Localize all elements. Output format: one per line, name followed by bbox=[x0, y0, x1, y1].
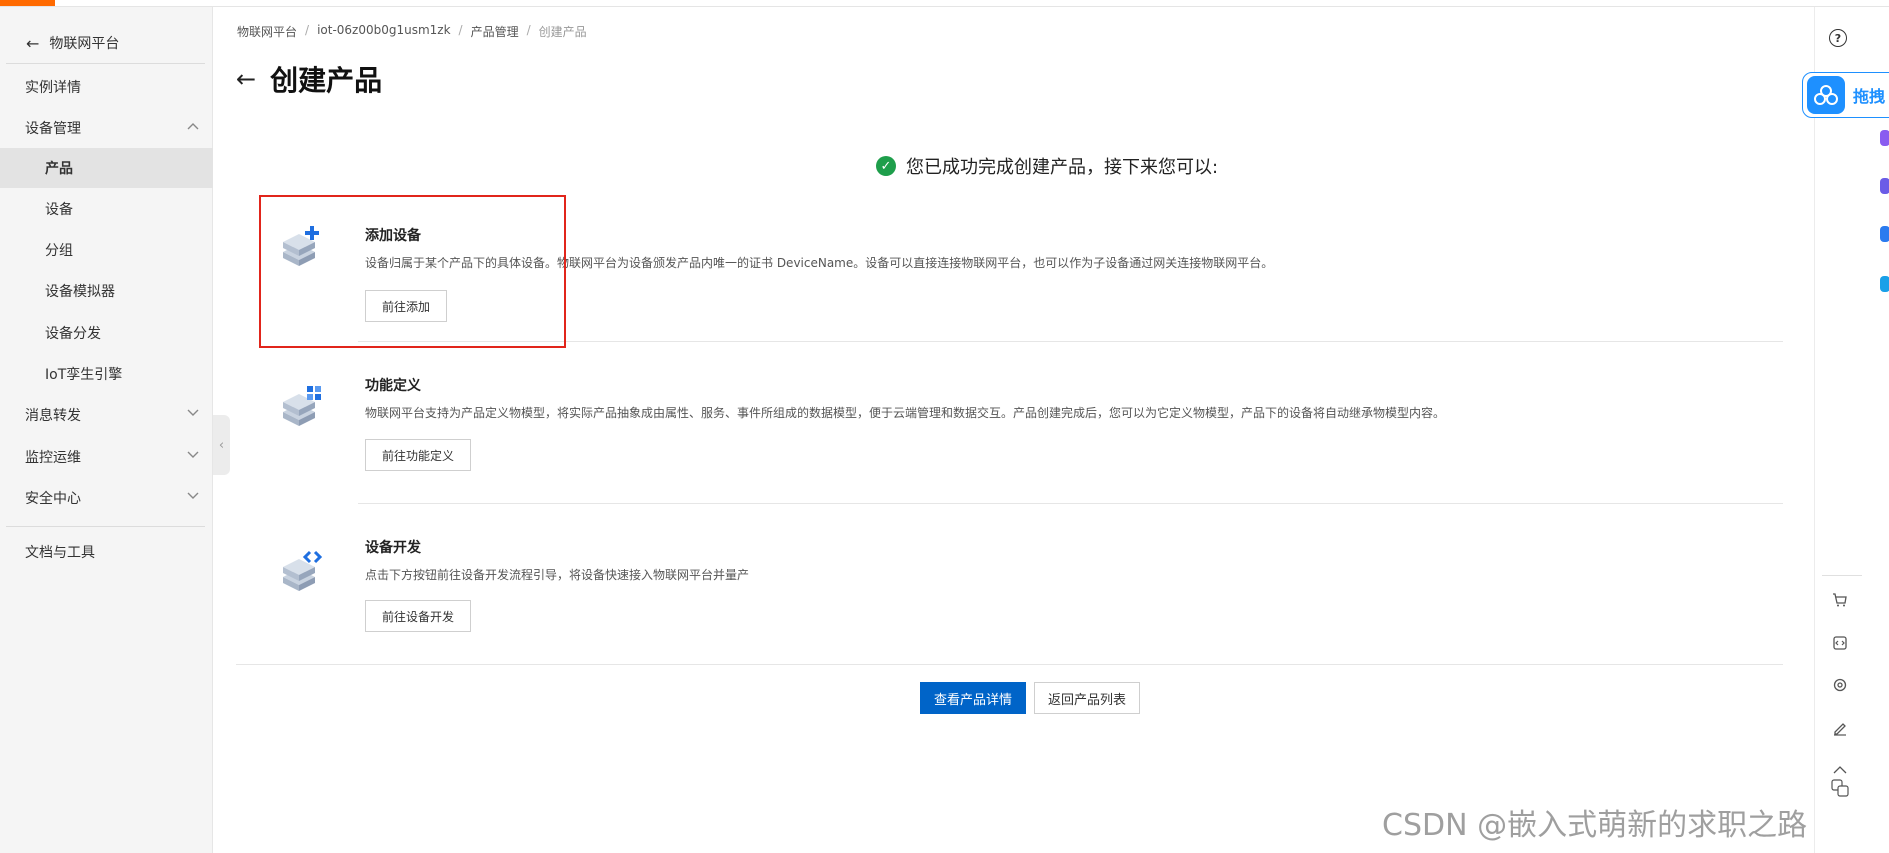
sidebar-item-iot-twin-engine[interactable]: IoT孪生引擎 bbox=[0, 354, 213, 394]
sidebar-item-label: 设备 bbox=[45, 202, 73, 218]
sidebar-item-label: 设备分发 bbox=[45, 326, 101, 342]
section-divider bbox=[236, 664, 1783, 665]
card-title: 设备开发 bbox=[365, 540, 421, 556]
sidebar-item-label: 设备模拟器 bbox=[45, 284, 115, 300]
sidebar-item-label: 设备管理 bbox=[25, 121, 81, 137]
edge-app-icon[interactable] bbox=[1880, 276, 1889, 292]
success-check-icon: ✓ bbox=[876, 156, 896, 176]
success-banner: ✓ 您已成功完成创建产品，接下来您可以: bbox=[876, 153, 1218, 179]
chevron-down-icon bbox=[185, 405, 201, 421]
edit-icon[interactable] bbox=[1829, 717, 1851, 739]
success-message: 您已成功完成创建产品，接下来您可以: bbox=[906, 157, 1219, 178]
back-label: 物联网平台 bbox=[49, 36, 120, 52]
view-product-details-button[interactable]: 查看产品详情 bbox=[920, 682, 1026, 714]
breadcrumb-separator: / bbox=[526, 23, 531, 37]
breadcrumb-current: 创建产品 bbox=[538, 25, 587, 39]
floating-cloud-widget[interactable]: 拖拽 bbox=[1802, 72, 1889, 118]
chevron-down-icon bbox=[185, 447, 201, 463]
back-arrow-icon: ← bbox=[26, 33, 40, 53]
sidebar-item-label: 实例详情 bbox=[25, 80, 81, 96]
cart-icon[interactable] bbox=[1829, 589, 1851, 611]
breadcrumb: 物联网平台 / iot-06z00b0g1usm1zk / 产品管理 / 创建产… bbox=[237, 23, 587, 40]
go-function-definition-button[interactable]: 前往功能定义 bbox=[365, 439, 472, 471]
breadcrumb-item[interactable]: 产品管理 bbox=[471, 23, 519, 40]
sidebar-item-label: 产品 bbox=[45, 161, 73, 177]
sidebar-item-device-simulator[interactable]: 设备模拟器 bbox=[0, 271, 213, 311]
card-description: 物联网平台支持为产品定义物模型，将实际产品抽象成由属性、服务、事件所组成的数据模… bbox=[365, 406, 1446, 420]
sidebar-item-groups[interactable]: 分组 bbox=[0, 230, 213, 270]
sidebar-item-instance-details[interactable]: 实例详情 bbox=[0, 67, 213, 107]
main-content: 物联网平台 / iot-06z00b0g1usm1zk / 产品管理 / 创建产… bbox=[214, 7, 1814, 853]
right-toolbar: ? bbox=[1814, 7, 1864, 853]
card-function-definition: 功能定义 物联网平台支持为产品定义物模型，将实际产品抽象成由属性、服务、事件所组… bbox=[259, 362, 1809, 502]
translate-icon[interactable] bbox=[1829, 777, 1851, 799]
sidebar-item-label: 监控运维 bbox=[25, 450, 81, 466]
device-stack-code-icon bbox=[283, 550, 323, 591]
toolbar-divider bbox=[1822, 575, 1862, 576]
card-divider bbox=[358, 503, 1783, 504]
device-stack-grid-icon bbox=[283, 386, 321, 426]
back-arrow-icon[interactable]: ← bbox=[236, 65, 256, 93]
chevron-down-icon bbox=[185, 488, 201, 504]
card-title: 功能定义 bbox=[365, 378, 421, 394]
brand-strip bbox=[0, 0, 55, 6]
help-icon[interactable]: ? bbox=[1829, 29, 1847, 47]
page-header: ← 创建产品 bbox=[236, 59, 382, 99]
sidebar-item-message-forwarding[interactable]: 消息转发 bbox=[0, 395, 213, 435]
sidebar-item-label: 消息转发 bbox=[25, 408, 81, 424]
breadcrumb-separator: / bbox=[305, 23, 310, 37]
card-device-development: 设备开发 点击下方按钮前往设备开发流程引导，将设备快速接入物联网平台并量产 前往… bbox=[259, 527, 1809, 662]
sidebar-divider bbox=[6, 526, 205, 527]
watermark: CSDN @嵌入式萌新的求职之路 bbox=[1382, 808, 1808, 843]
breadcrumb-separator: / bbox=[458, 23, 463, 37]
edge-app-icon[interactable] bbox=[1880, 130, 1889, 146]
sidebar-item-label: 文档与工具 bbox=[25, 545, 95, 561]
sidebar-item-security-center[interactable]: 安全中心 bbox=[0, 478, 213, 518]
sidebar-item-device-management[interactable]: 设备管理 bbox=[0, 108, 213, 148]
cloud-logo-icon bbox=[1807, 76, 1845, 114]
back-to-product-list-button[interactable]: 返回产品列表 bbox=[1034, 682, 1140, 714]
highlight-annotation-box bbox=[259, 195, 566, 348]
sidebar-item-devices[interactable]: 设备 bbox=[0, 189, 213, 229]
gear-icon[interactable] bbox=[1829, 674, 1851, 696]
top-bar bbox=[0, 0, 1889, 7]
page-title: 创建产品 bbox=[270, 64, 383, 97]
go-device-development-button[interactable]: 前往设备开发 bbox=[365, 600, 472, 632]
breadcrumb-item[interactable]: 物联网平台 bbox=[237, 23, 297, 40]
sidebar-item-products[interactable]: 产品 bbox=[0, 148, 213, 188]
chevron-up-icon bbox=[185, 118, 201, 134]
sidebar: ← 物联网平台 实例详情 设备管理 产品 设备 分组 设备模拟器 设备分发 Io… bbox=[0, 7, 213, 853]
sidebar-item-docs-tools[interactable]: 文档与工具 bbox=[0, 532, 213, 572]
floating-widget-label: 拖拽 bbox=[1853, 87, 1886, 106]
sidebar-item-label: IoT孪生引擎 bbox=[45, 367, 123, 383]
sidebar-item-label: 安全中心 bbox=[25, 491, 81, 507]
back-to-platform-link[interactable]: ← 物联网平台 bbox=[26, 29, 119, 57]
code-icon[interactable] bbox=[1829, 632, 1851, 654]
card-description: 点击下方按钮前往设备开发流程引导，将设备快速接入物联网平台并量产 bbox=[365, 568, 750, 582]
card-divider bbox=[358, 341, 1783, 342]
breadcrumb-item[interactable]: iot-06z00b0g1usm1zk bbox=[317, 23, 450, 40]
edge-app-icon[interactable] bbox=[1880, 178, 1889, 194]
sidebar-divider bbox=[6, 63, 205, 64]
sidebar-item-monitoring-ops[interactable]: 监控运维 bbox=[0, 437, 213, 477]
sidebar-item-device-distribution[interactable]: 设备分发 bbox=[0, 313, 213, 353]
sidebar-item-label: 分组 bbox=[45, 243, 73, 259]
edge-app-icon[interactable] bbox=[1880, 226, 1889, 242]
